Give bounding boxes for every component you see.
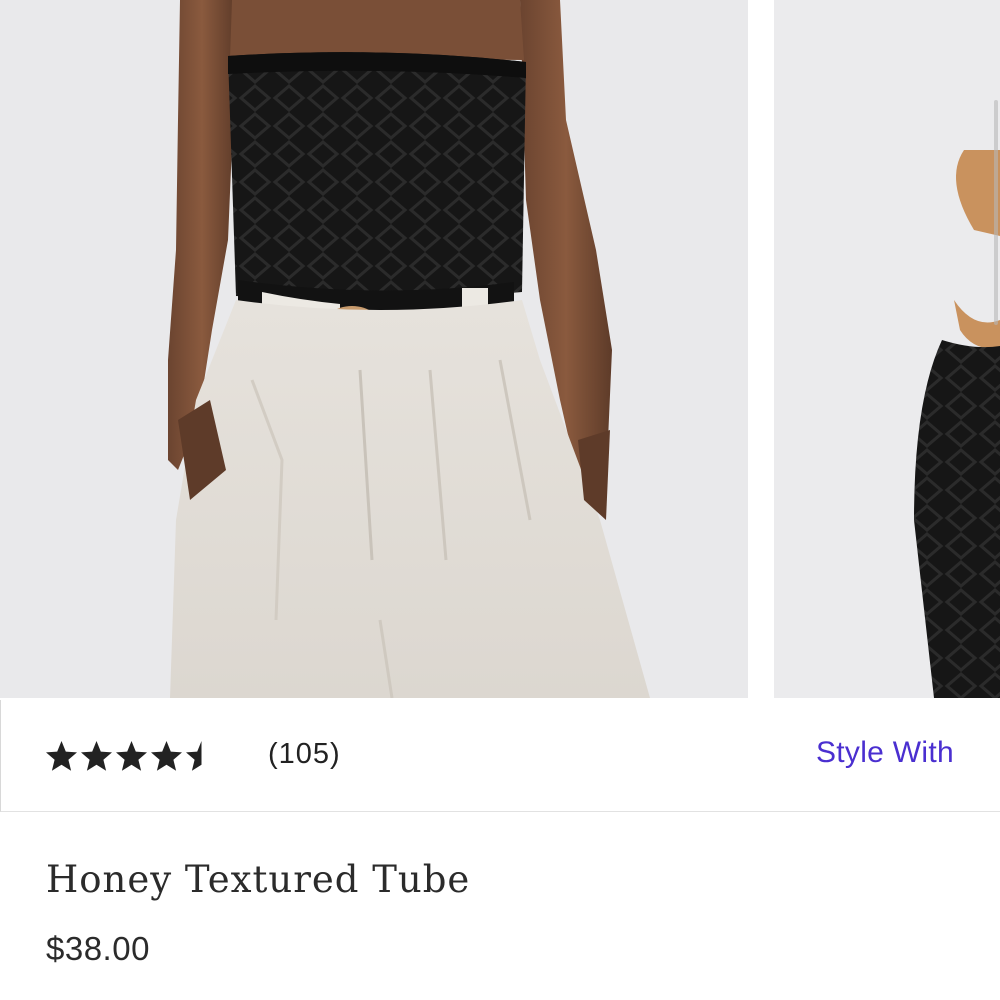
star-rating[interactable] [44, 737, 219, 777]
product-photo-front-icon [168, 0, 650, 698]
carousel-scroll-indicator [994, 100, 998, 325]
star-full-icon [81, 741, 112, 771]
style-with-link[interactable]: Style With [816, 736, 954, 770]
star-full-icon [46, 741, 77, 771]
star-half-icon [186, 741, 217, 771]
review-count[interactable]: (105) [268, 738, 341, 771]
star-full-icon [151, 741, 182, 771]
product-image-front[interactable] [0, 0, 748, 698]
product-title: Honey Textured Tube [46, 858, 471, 901]
product-image-carousel[interactable] [0, 0, 1000, 700]
product-image-side[interactable] [774, 0, 1000, 698]
star-full-icon [116, 741, 147, 771]
product-photo-side-icon [914, 150, 1000, 698]
product-price: $38.00 [46, 930, 150, 967]
